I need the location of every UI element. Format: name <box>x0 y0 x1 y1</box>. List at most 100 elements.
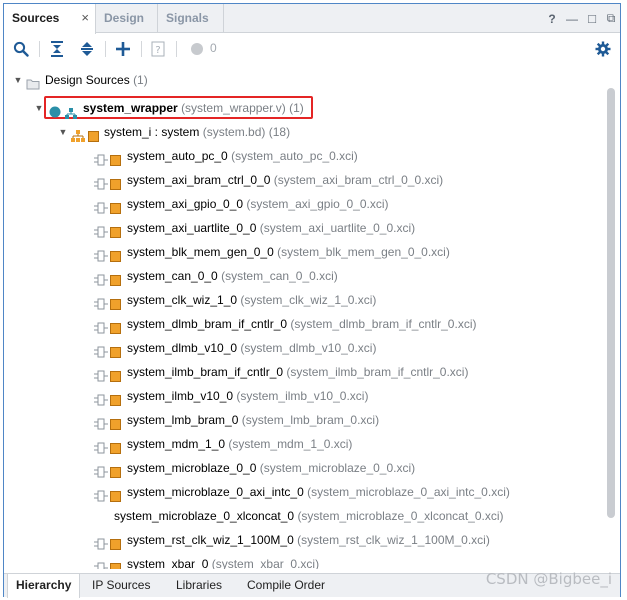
tree-node-ip[interactable]: system_microblaze_0_xlconcat_0 (system_m… <box>4 504 594 528</box>
tab-ip-sources[interactable]: IP Sources <box>84 574 158 597</box>
tab-hierarchy[interactable]: Hierarchy <box>7 574 81 598</box>
ip-name: system_microblaze_0_axi_intc_0 <box>127 485 304 499</box>
ip-name: system_ilmb_v10_0 <box>127 389 234 403</box>
status-dot-icon <box>188 40 206 58</box>
ip-file: (system_xbar_0.xci) <box>211 557 320 569</box>
ip-block-icon <box>110 275 121 286</box>
collapse-all-icon[interactable] <box>48 40 66 58</box>
ip-name: system_can_0_0 <box>127 269 218 283</box>
vertical-scrollbar[interactable] <box>606 76 616 570</box>
scrollbar-thumb[interactable] <box>607 88 615 518</box>
ip-block-icon <box>110 467 121 478</box>
tab-design-label: Design <box>104 11 145 25</box>
watermark: CSDN @Bigbee_i <box>485 570 612 588</box>
ip-name: system_rst_clk_wiz_1_100M_0 <box>127 533 294 547</box>
ip-block-icon <box>110 419 121 430</box>
ip-file: (system_microblaze_0_xlconcat_0.xci) <box>297 509 504 523</box>
tree-node-ip[interactable]: system_axi_bram_ctrl_0_0 (system_axi_bra… <box>4 168 594 192</box>
ip-name: system_axi_uartlite_0_0 <box>127 221 257 235</box>
window-controls: ? — □ ⧉ <box>547 4 616 33</box>
ip-block-icon <box>110 443 121 454</box>
expand-all-icon[interactable] <box>78 40 96 58</box>
search-icon[interactable] <box>12 40 30 58</box>
tree-node-ip[interactable]: system_dlmb_bram_if_cntlr_0 (system_dlmb… <box>4 312 594 336</box>
tree-node-ip[interactable]: system_axi_uartlite_0_0 (system_axi_uart… <box>4 216 594 240</box>
tab-signals[interactable]: Signals <box>158 4 224 33</box>
ip-block-icon <box>110 203 121 214</box>
ip-file: (system_clk_wiz_1_0.xci) <box>240 293 377 307</box>
tree-node-system-wrapper[interactable]: ▼ system_wrapper (system_wrapper.v) (1) <box>4 96 404 120</box>
ip-name: system_xbar_0 <box>127 557 209 569</box>
svg-text:?: ? <box>155 45 160 56</box>
tree-node-ip[interactable]: system_auto_pc_0 (system_auto_pc_0.xci) <box>4 144 594 168</box>
tab-libraries[interactable]: Libraries <box>168 574 230 597</box>
ip-name: system_blk_mem_gen_0_0 <box>127 245 274 259</box>
help-doc-icon[interactable]: ? <box>149 40 167 58</box>
ip-name: system_clk_wiz_1_0 <box>127 293 238 307</box>
system-wrapper-file: (system_wrapper.v) <box>181 101 286 115</box>
add-icon[interactable] <box>114 40 132 58</box>
ip-block-icon <box>110 155 121 166</box>
ip-block-icon <box>110 299 121 310</box>
expand-arrow-icon[interactable]: ▼ <box>58 120 68 144</box>
ip-file: (system_axi_uartlite_0_0.xci) <box>259 221 416 235</box>
tree-node-ip[interactable]: system_xbar_0 (system_xbar_0.xci) <box>4 552 594 569</box>
tree-node-ip[interactable]: system_can_0_0 (system_can_0_0.xci) <box>4 264 594 288</box>
ip-file: (system_microblaze_0_0.xci) <box>259 461 416 475</box>
ip-name: system_microblaze_0_xlconcat_0 <box>114 509 295 523</box>
ip-file: (system_can_0_0.xci) <box>221 269 338 283</box>
tree-node-ip[interactable]: system_ilmb_bram_if_cntlr_0 (system_ilmb… <box>4 360 594 384</box>
tree-node-ip[interactable]: system_lmb_bram_0 (system_lmb_bram_0.xci… <box>4 408 594 432</box>
system-i-name: system_i : system <box>104 125 200 139</box>
tree-node-ip[interactable]: system_microblaze_0_axi_intc_0 (system_m… <box>4 480 594 504</box>
sources-toolbar: ? 0 <box>4 34 620 64</box>
ip-block-icon <box>88 131 99 142</box>
minimize-icon[interactable]: — <box>566 12 578 26</box>
ip-file: (system_rst_clk_wiz_1_100M_0.xci) <box>297 533 490 547</box>
tree-node-ip[interactable]: system_clk_wiz_1_0 (system_clk_wiz_1_0.x… <box>4 288 594 312</box>
ip-file: (system_lmb_bram_0.xci) <box>241 413 380 427</box>
ip-name: system_microblaze_0_0 <box>127 461 257 475</box>
design-sources-label: Design Sources <box>45 73 130 87</box>
ip-name: system_axi_bram_ctrl_0_0 <box>127 173 271 187</box>
tree-node-system-i[interactable]: ▼ system_i : system (system.bd) (18) <box>4 120 404 144</box>
float-icon[interactable]: ⧉ <box>606 11 616 26</box>
tree-node-ip[interactable]: system_ilmb_v10_0 (system_ilmb_v10_0.xci… <box>4 384 594 408</box>
tree-node-ip[interactable]: system_rst_clk_wiz_1_100M_0 (system_rst_… <box>4 528 594 552</box>
hierarchy-tree: ▼ Design Sources (1) ▼ system_wrapper (s… <box>4 66 604 569</box>
ip-block-icon <box>110 539 121 550</box>
tree-node-ip[interactable]: system_mdm_1_0 (system_mdm_1_0.xci) <box>4 432 594 456</box>
help-icon[interactable]: ? <box>547 12 557 26</box>
ip-file: (system_mdm_1_0.xci) <box>228 437 353 451</box>
system-wrapper-name: system_wrapper <box>83 101 178 115</box>
tab-sources[interactable]: Sources × <box>4 4 96 34</box>
ip-block-icon <box>110 251 121 262</box>
close-icon[interactable]: × <box>81 4 89 32</box>
ip-file: (system_dlmb_v10_0.xci) <box>240 341 377 355</box>
ip-name: system_axi_gpio_0_0 <box>127 197 244 211</box>
expand-arrow-icon[interactable]: ▼ <box>13 68 23 92</box>
ip-file: (system_axi_bram_ctrl_0_0.xci) <box>273 173 444 187</box>
ip-name: system_lmb_bram_0 <box>127 413 239 427</box>
ip-block-icon <box>110 323 121 334</box>
ip-block-icon <box>110 371 121 382</box>
expand-arrow-icon[interactable]: ▼ <box>34 96 44 120</box>
tree-node-ip[interactable]: system_blk_mem_gen_0_0 (system_blk_mem_g… <box>4 240 594 264</box>
tree-node-ip[interactable]: system_microblaze_0_0 (system_microblaze… <box>4 456 594 480</box>
tree-node-ip[interactable]: system_dlmb_v10_0 (system_dlmb_v10_0.xci… <box>4 336 594 360</box>
ip-file: (system_dlmb_bram_if_cntlr_0.xci) <box>290 317 477 331</box>
folder-icon <box>26 74 40 98</box>
ip-name: system_dlmb_bram_if_cntlr_0 <box>127 317 288 331</box>
tree-node-design-sources[interactable]: ▼ Design Sources (1) <box>4 68 404 92</box>
system-i-file: (system.bd) <box>202 125 266 139</box>
tab-compile-order[interactable]: Compile Order <box>239 574 333 597</box>
ip-file: (system_blk_mem_gen_0_0.xci) <box>277 245 450 259</box>
tree-node-ip[interactable]: system_axi_gpio_0_0 (system_axi_gpio_0_0… <box>4 192 594 216</box>
ip-port-icon <box>94 558 108 569</box>
gear-icon[interactable] <box>594 40 612 58</box>
ip-file: (system_ilmb_bram_if_cntlr_0.xci) <box>286 365 469 379</box>
tab-design[interactable]: Design <box>96 4 158 33</box>
maximize-icon[interactable]: □ <box>587 11 597 26</box>
ip-block-icon <box>110 347 121 358</box>
ip-name: system_auto_pc_0 <box>127 149 228 163</box>
